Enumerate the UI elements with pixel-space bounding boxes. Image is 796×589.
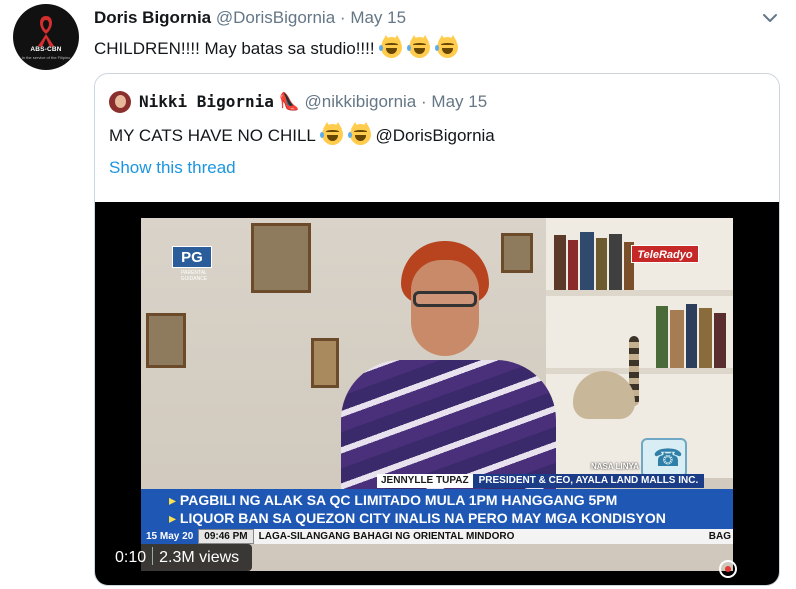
quoted-author-avatar [109, 91, 131, 113]
video-frame: PG PARENTAL GUIDANCE TeleRadyo NASA LINY… [141, 218, 733, 571]
wall-picture [251, 223, 311, 293]
video-timestamp: 0:10 [115, 549, 147, 566]
pg-rating-badge: PG [172, 246, 212, 268]
quoted-author-name: Nikki Bigornia [139, 92, 274, 111]
presenter-glasses [413, 291, 477, 307]
video-player[interactable]: PG PARENTAL GUIDANCE TeleRadyo NASA LINY… [95, 202, 779, 585]
wall-picture [311, 338, 339, 388]
news-crawl: 15 May 20 09:46 PM LAGA-SILANGANG BAHAGI N… [141, 529, 733, 544]
author-name[interactable]: Doris Bigornia [94, 8, 211, 27]
phone-icon [641, 438, 687, 478]
wall-picture [146, 313, 186, 368]
chevron-down-icon[interactable] [761, 9, 779, 27]
quoted-tweet-text: MY CATS HAVE NO CHILL @DorisBigornia [109, 122, 495, 146]
headline-2: ▸ LIQUOR BAN SA QUEZON CITY INALIS NA PE… [169, 510, 666, 526]
quoted-tweet-card[interactable]: Nikki Bigornia 👠 @nikkibigornia · May 15… [94, 73, 780, 586]
joy-cat-emoji [379, 35, 403, 58]
tweet-date[interactable]: May 15 [350, 8, 406, 27]
lower-third-name: JENNYLLE TUPAZ [381, 475, 469, 486]
avatar-logo-subtext: In the service of the Filipino [21, 55, 71, 60]
joy-cat-emoji [407, 35, 431, 58]
high-heel-icon: 👠 [278, 92, 300, 111]
crawl-end-text: BAG [708, 531, 731, 542]
author-handle[interactable]: @DorisBigornia [216, 8, 335, 27]
quoted-mention: @DorisBigornia [375, 126, 495, 145]
joy-cat-emoji [347, 122, 371, 145]
quoted-tweet-body: MY CATS HAVE NO CHILL [109, 126, 316, 145]
news-ticker: ▸ PAGBILI NG ALAK SA QC LIMITADO MULA 1P… [141, 489, 733, 529]
tweet-header: Doris Bigornia @DorisBigornia · May 15 [94, 8, 406, 28]
crawl-text: LAGA-SILANGANG BAHAGI NG ORIENTAL MINDOR… [258, 531, 515, 542]
tweet-body: CHILDREN!!!! May batas sa studio!!!! [94, 39, 375, 58]
show-thread-link[interactable]: Show this thread [109, 158, 236, 178]
crawl-time: 09:46 PM [198, 529, 254, 544]
video-views: 2.3M views [159, 549, 240, 566]
joy-cat-emoji [434, 35, 458, 58]
author-avatar[interactable]: ABS-CBN In the service of the Filipino [13, 4, 79, 70]
video-time-views-badge: 0:10 2.3M views [107, 544, 252, 571]
quoted-author-handle: @nikkibigornia [304, 92, 417, 111]
crawl-date: 15 May 20 [141, 529, 199, 544]
lower-third: JENNYLLE TUPAZ PRESIDENT & CEO, AYALA LAN… [377, 474, 705, 488]
avatar-logo-text: ABS-CBN [30, 46, 62, 53]
pg-rating-subtext: PARENTAL GUIDANCE [180, 270, 208, 282]
quoted-tweet-header: Nikki Bigornia 👠 @nikkibigornia · May 15 [139, 92, 487, 112]
lower-third-title: PRESIDENT & CEO, AYALA LAND MALLS INC. [472, 474, 705, 488]
joy-cat-emoji [319, 122, 343, 145]
nasa-linya-label: NASA LINYA [591, 462, 639, 471]
separator-dot: · [339, 8, 346, 27]
headline-1: ▸ PAGBILI NG ALAK SA QC LIMITADO MULA 1P… [169, 492, 618, 508]
tweet-text: CHILDREN!!!! May batas sa studio!!!! [94, 35, 458, 59]
separator-dot: · [421, 92, 427, 111]
ribbon-logo-icon [38, 16, 54, 47]
teleradyo-logo: TeleRadyo [631, 245, 699, 263]
abs-cbn-watermark-icon [719, 560, 737, 578]
presenter-face [411, 260, 479, 356]
wall-picture [501, 233, 533, 273]
quoted-tweet-date: May 15 [431, 92, 488, 111]
